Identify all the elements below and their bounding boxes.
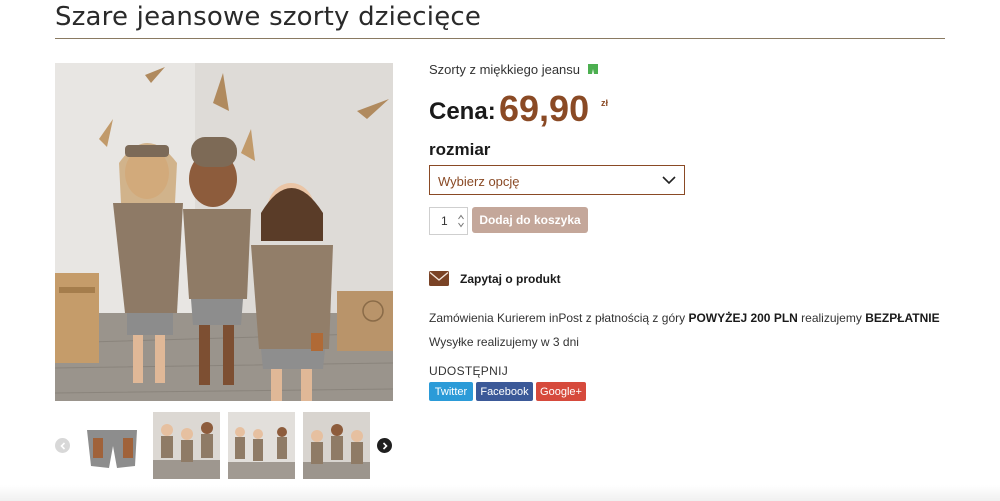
share-twitter-button[interactable]: Twitter [429,382,473,401]
size-select-value: Wybierz opcję [438,174,520,189]
product-subtitle: Szorty z miękkiego jeansu [429,62,599,77]
chevron-right-icon [382,441,388,450]
shipping-info-line-1: Zamówienia Kurierem inPost z płatnością … [429,311,940,325]
ask-about-product-label: Zapytaj o produkt [460,272,561,286]
chevron-left-icon [59,441,65,450]
add-to-cart-button[interactable]: Dodaj do koszyka [472,207,588,233]
page-title: Szare jeansowe szorty dziecięce [55,2,482,32]
shipping-text-c: realizujemy [797,311,866,325]
envelope-icon [429,271,449,286]
title-divider [55,38,945,39]
share-label: UDOSTĘPNIJ [429,364,509,378]
shipping-info-line-2: Wysyłke realizujemy w 3 dni [429,335,579,349]
shorts-thumbnail-image [79,412,146,479]
carousel-next-button[interactable] [377,438,392,453]
kids-thumbnail-image [153,412,220,479]
chevron-down-icon [662,176,676,185]
price-currency: zł [601,98,609,108]
subtitle-text: Szorty z miękkiego jeansu [429,62,581,77]
ask-about-product-link[interactable]: Zapytaj o produkt [429,270,629,290]
thumbnail-photo-1[interactable] [153,412,220,479]
green-shorts-icon [587,64,598,74]
kids-thumbnail-image [303,412,370,479]
share-google-button[interactable]: Google+ [536,382,586,401]
bottom-shadow [0,485,1000,501]
kids-thumbnail-image [228,412,295,479]
shipping-threshold: POWYŻEJ 200 PLN [688,311,798,325]
quantity-value: 1 [441,214,448,228]
price-value: 69,90 [499,88,590,129]
thumbnail-shorts[interactable] [79,412,146,479]
quantity-stepper[interactable]: 1 [429,207,468,235]
main-product-image[interactable] [55,63,393,401]
product-photo-illustration [55,63,393,401]
spinner-icon[interactable] [458,214,464,228]
share-facebook-button[interactable]: Facebook [476,382,533,401]
thumbnail-photo-3[interactable] [303,412,370,479]
thumbnail-carousel [55,412,400,482]
shipping-text-a: Zamówienia Kurierem inPost z płatnością … [429,311,689,325]
thumbnail-photo-2[interactable] [228,412,295,479]
price-label: Cena: [429,98,496,125]
size-label: rozmiar [429,140,491,159]
price-row: Cena: 69,90 zł [429,88,689,132]
shipping-free: BEZPŁATNIE [865,311,940,325]
carousel-prev-button[interactable] [55,438,70,453]
size-select[interactable]: Wybierz opcję [429,165,685,195]
